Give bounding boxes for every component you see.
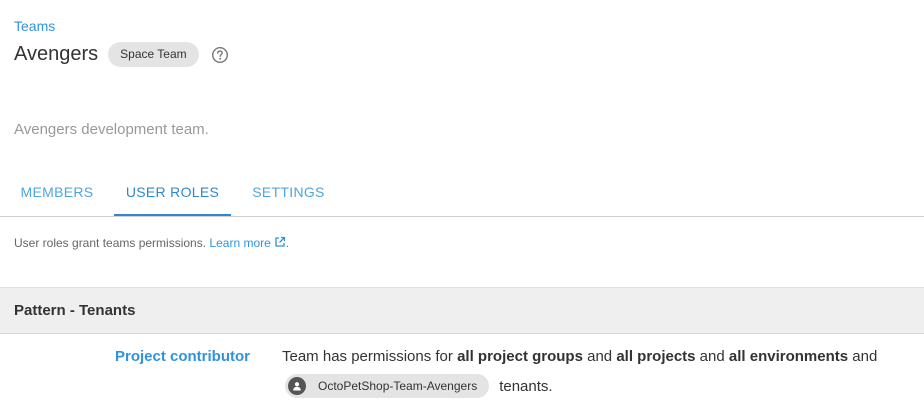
user-avatar-icon [288,377,306,395]
tenant-chip[interactable]: OctoPetShop-Team-Avengers [285,374,490,398]
user-roles-hint: User roles grant teams permissions. Lear… [14,236,289,250]
active-tab-indicator [114,214,231,216]
role-scope-project-groups: all project groups [457,348,583,365]
role-description: Team has permissions for all project gro… [282,348,877,365]
section-header: Pattern - Tenants [0,287,924,334]
help-circle-icon[interactable] [211,46,229,64]
role-scope-projects: all projects [616,348,696,365]
tenant-suffix: tenants. [499,377,553,395]
role-desc-part: and [582,348,617,365]
role-desc-part: Team has permissions for [282,348,458,365]
team-description: Avengers development team. [14,121,209,138]
external-link-icon [274,236,286,248]
learn-more-label: Learn more [209,236,271,250]
tab-members[interactable]: MEMBERS [0,172,114,216]
learn-more-link[interactable]: Learn more. [209,236,289,250]
space-team-badge: Space Team [108,42,199,67]
hint-text: User roles grant teams permissions. [14,236,207,250]
role-desc-part: and [695,348,729,365]
section-title: Pattern - Tenants [14,302,136,319]
tab-user-roles[interactable]: USER ROLES [114,172,231,216]
role-scope-environments: all environments [728,348,849,365]
tab-user-roles-label: USER ROLES [125,184,220,200]
tab-settings[interactable]: SETTINGS [241,172,336,216]
breadcrumb-teams[interactable]: Teams [14,18,55,34]
role-desc-part: and [848,348,878,365]
page-title: Avengers [14,43,99,65]
title-row: Avengers Space Team [14,42,229,67]
role-link-project-contributor[interactable]: Project contributor [115,348,250,365]
tab-members-label: MEMBERS [20,184,94,200]
tenant-line: OctoPetShop-Team-Avengers tenants. [285,374,553,398]
tab-bar: MEMBERS USER ROLES SETTINGS [0,172,924,217]
tenant-name: OctoPetShop-Team-Avengers [318,379,478,393]
learn-more-suffix: . [285,236,290,250]
tab-settings-label: SETTINGS [252,184,325,200]
